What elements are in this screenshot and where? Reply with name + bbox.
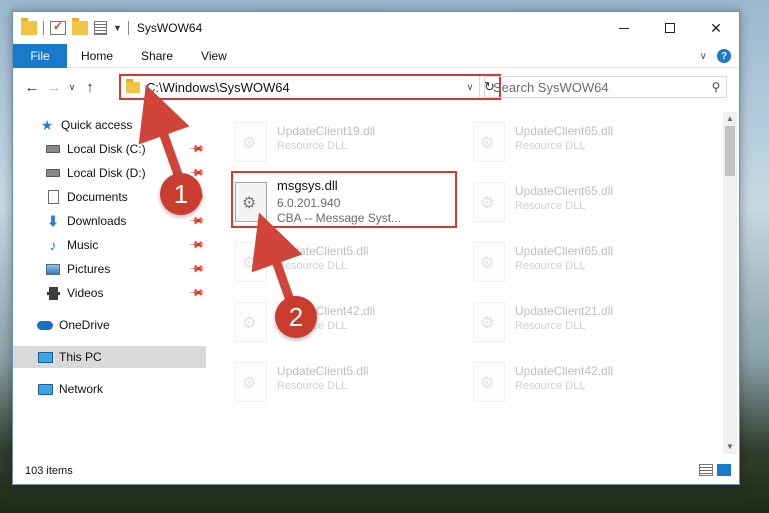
arrow-to-file (251, 212, 303, 311)
step-two-badge: 2 (275, 296, 317, 338)
annotation-arrows (138, 84, 303, 311)
arrow-to-address-bar (138, 84, 190, 185)
step-one-badge: 1 (160, 173, 202, 215)
